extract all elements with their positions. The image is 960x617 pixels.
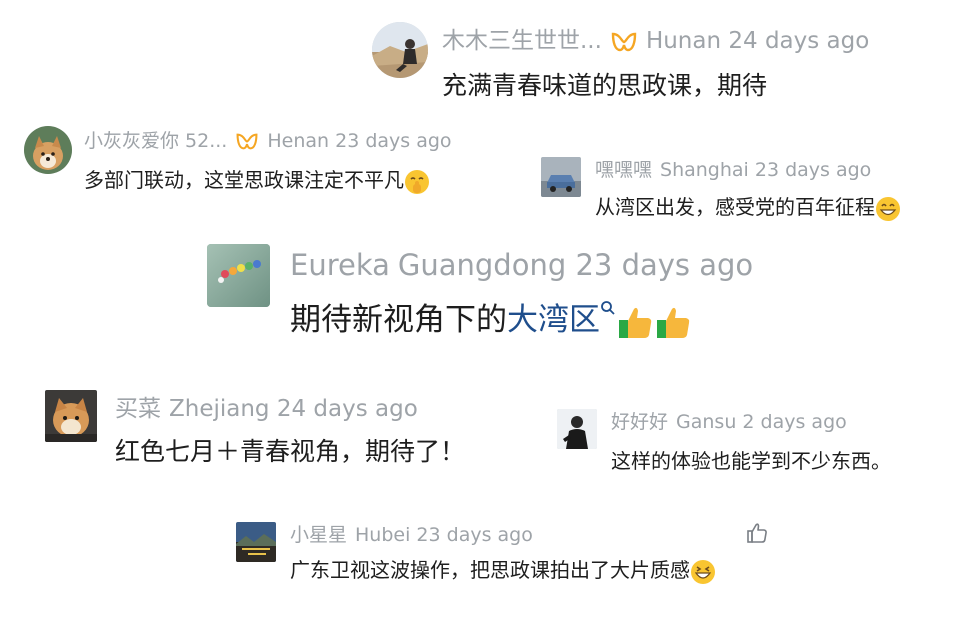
avatar[interactable]: [541, 157, 581, 197]
timestamp: 24 days ago: [728, 28, 870, 54]
comment-text-body: 多部门联动，这堂思政课注定不平凡: [84, 168, 404, 192]
timestamp: 23 days ago: [754, 159, 872, 181]
comment-meta: 小星星 Hubei 23 days ago: [290, 522, 541, 548]
comment-meta: 木木三生世世... Hunan 24 days ago: [442, 26, 877, 56]
username[interactable]: 嘿嘿嘿: [595, 159, 652, 181]
username[interactable]: 小星星: [290, 524, 347, 546]
comment-text-body: 广东卫视这波操作，把思政课拍出了大片质感: [290, 558, 690, 582]
search-icon[interactable]: [600, 300, 616, 318]
comment-text: 期待新视角下的大湾区: [290, 300, 692, 341]
topic-link[interactable]: 大湾区: [507, 302, 600, 338]
username[interactable]: Eureka: [290, 248, 390, 282]
comment-item: 嘿嘿嘿 Shanghai 23 days ago 从湾区出发，感受党的百年征程: [541, 155, 941, 227]
shushing-face-emoji: [405, 169, 429, 194]
location: Zhejiang: [169, 396, 270, 422]
timestamp: 23 days ago: [575, 248, 754, 282]
comment-item: 买菜 Zhejiang 24 days ago 红色七月＋青春视角，期待了！: [45, 388, 525, 474]
thumbs-up-emoji: [619, 307, 652, 338]
comment-item: Eureka Guangdong 23 days ago 期待新视角下的大湾区: [207, 242, 807, 342]
avatar[interactable]: [557, 409, 597, 449]
location: Shanghai: [660, 159, 749, 181]
username[interactable]: 好好好: [611, 411, 668, 433]
avatar[interactable]: [207, 244, 270, 307]
thumbs-up-emoji: [657, 307, 690, 338]
comment-meta: 小灰灰爱你 52... Henan 23 days ago: [84, 128, 460, 154]
timestamp: 24 days ago: [276, 396, 418, 422]
comment-text: 红色七月＋青春视角，期待了！: [115, 437, 466, 466]
location: Hunan: [645, 28, 722, 54]
comment-item: 小星星 Hubei 23 days ago 广东卫视这波操作，把思政课拍出了大片质…: [236, 520, 776, 592]
comment-text-body: 期待新视角下的: [290, 302, 507, 338]
avatar[interactable]: [372, 22, 428, 78]
comment-item: 小灰灰爱你 52... Henan 23 days ago 多部门联动，这堂思政课…: [24, 124, 504, 200]
location: Gansu: [676, 411, 737, 433]
timestamp: 23 days ago: [416, 524, 533, 546]
location: Guangdong: [397, 248, 567, 282]
location: Henan: [267, 130, 330, 152]
comment-meta: Eureka Guangdong 23 days ago: [290, 246, 761, 284]
timestamp: 2 days ago: [742, 411, 847, 433]
location: Hubei: [355, 524, 411, 546]
thumbs-up-outline-icon[interactable]: [746, 522, 768, 544]
comment-meta: 买菜 Zhejiang 24 days ago: [115, 394, 426, 424]
vip-badge-icon: [236, 133, 258, 150]
username[interactable]: 买菜: [115, 396, 161, 422]
vip-badge-icon: [611, 32, 637, 51]
username[interactable]: 小灰灰爱你 52...: [84, 130, 227, 152]
avatar[interactable]: [24, 126, 72, 174]
avatar[interactable]: [45, 390, 97, 442]
comment-meta: 好好好 Gansu 2 days ago: [611, 409, 855, 435]
grinning-face-emoji: [876, 196, 900, 221]
comment-text: 广东卫视这波操作，把思政课拍出了大片质感: [290, 556, 716, 585]
timestamp: 23 days ago: [335, 130, 452, 152]
username[interactable]: 木木三生世世...: [442, 28, 602, 54]
avatar[interactable]: [236, 522, 276, 562]
comment-text: 多部门联动，这堂思政课注定不平凡: [84, 166, 430, 195]
comment-meta: 嘿嘿嘿 Shanghai 23 days ago: [595, 157, 879, 183]
grinning-squint-face-emoji: [691, 559, 715, 584]
comment-item: 木木三生世世... Hunan 24 days ago 充满青春味道的思政课，期待: [372, 20, 912, 106]
comment-text: 从湾区出发，感受党的百年征程: [595, 193, 901, 222]
comment-text-body: 从湾区出发，感受党的百年征程: [595, 195, 875, 219]
comment-text: 充满青春味道的思政课，期待: [442, 71, 768, 100]
comment-item: 好好好 Gansu 2 days ago 这样的体验也能学到不少东西。: [557, 407, 957, 479]
comment-text: 这样的体验也能学到不少东西。: [611, 449, 891, 473]
